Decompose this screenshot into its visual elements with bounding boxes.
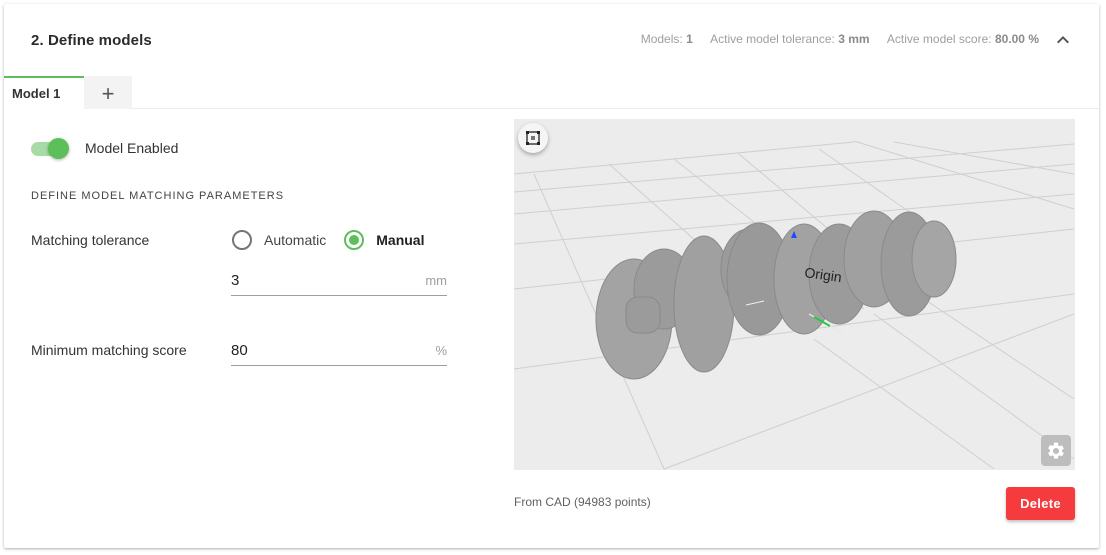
add-model-tab[interactable]: + — [84, 76, 132, 109]
tolerance-field: mm — [231, 266, 447, 296]
plus-icon: + — [101, 80, 115, 106]
active-tolerance: Active model tolerance: 3 mm — [710, 32, 870, 46]
toggle-thumb — [48, 138, 69, 159]
3d-model-viewer[interactable]: Origin — [514, 119, 1075, 470]
active-score: Active model score: 80.00 % — [886, 32, 1039, 46]
tolerance-unit: mm — [425, 273, 447, 288]
matching-tolerance-label: Matching tolerance — [31, 232, 150, 248]
score-unit: % — [435, 343, 447, 358]
models-count: Models: 1 — [640, 32, 693, 46]
model-enabled-row: Model Enabled — [31, 136, 178, 160]
radio-manual[interactable]: Manual — [344, 230, 424, 250]
score-field: % — [231, 336, 447, 366]
matching-parameters-heading: DEFINE MODEL MATCHING PARAMETERS — [31, 190, 285, 202]
section-title: 2. Define models — [31, 32, 152, 49]
tab-model-1[interactable]: Model 1 — [4, 76, 84, 109]
chevron-up-icon — [1057, 36, 1069, 44]
radio-checked-icon — [344, 230, 365, 250]
model-enabled-label: Model Enabled — [85, 140, 179, 156]
crankshaft-model — [595, 210, 957, 380]
model-enabled-toggle[interactable] — [31, 138, 69, 159]
card-header[interactable]: 2. Define models Models: 1 Active model … — [4, 4, 1099, 76]
fit-to-view-icon — [526, 131, 540, 145]
tolerance-mode-radio-group: Automatic Manual — [232, 230, 442, 250]
gear-icon — [1048, 442, 1064, 459]
model-summary: Models: 1 Active model tolerance: 3 mm A… — [627, 32, 1039, 46]
model-tabs: Model 1 + — [4, 76, 1099, 109]
collapse-button[interactable] — [1051, 28, 1075, 52]
radio-unchecked-icon — [232, 230, 252, 250]
model-source-text: From CAD (94983 points) — [514, 495, 651, 509]
viewer-settings-button[interactable] — [1041, 435, 1071, 466]
tolerance-input[interactable] — [231, 266, 401, 294]
viewer-scene: Origin — [514, 140, 1075, 470]
fit-to-view-button[interactable] — [518, 123, 548, 153]
minimum-score-label: Minimum matching score — [31, 342, 187, 358]
delete-model-button[interactable]: Delete — [1006, 487, 1075, 520]
define-models-card: 2. Define models Models: 1 Active model … — [4, 4, 1099, 548]
radio-automatic[interactable]: Automatic — [232, 230, 326, 250]
score-input[interactable] — [231, 336, 401, 364]
